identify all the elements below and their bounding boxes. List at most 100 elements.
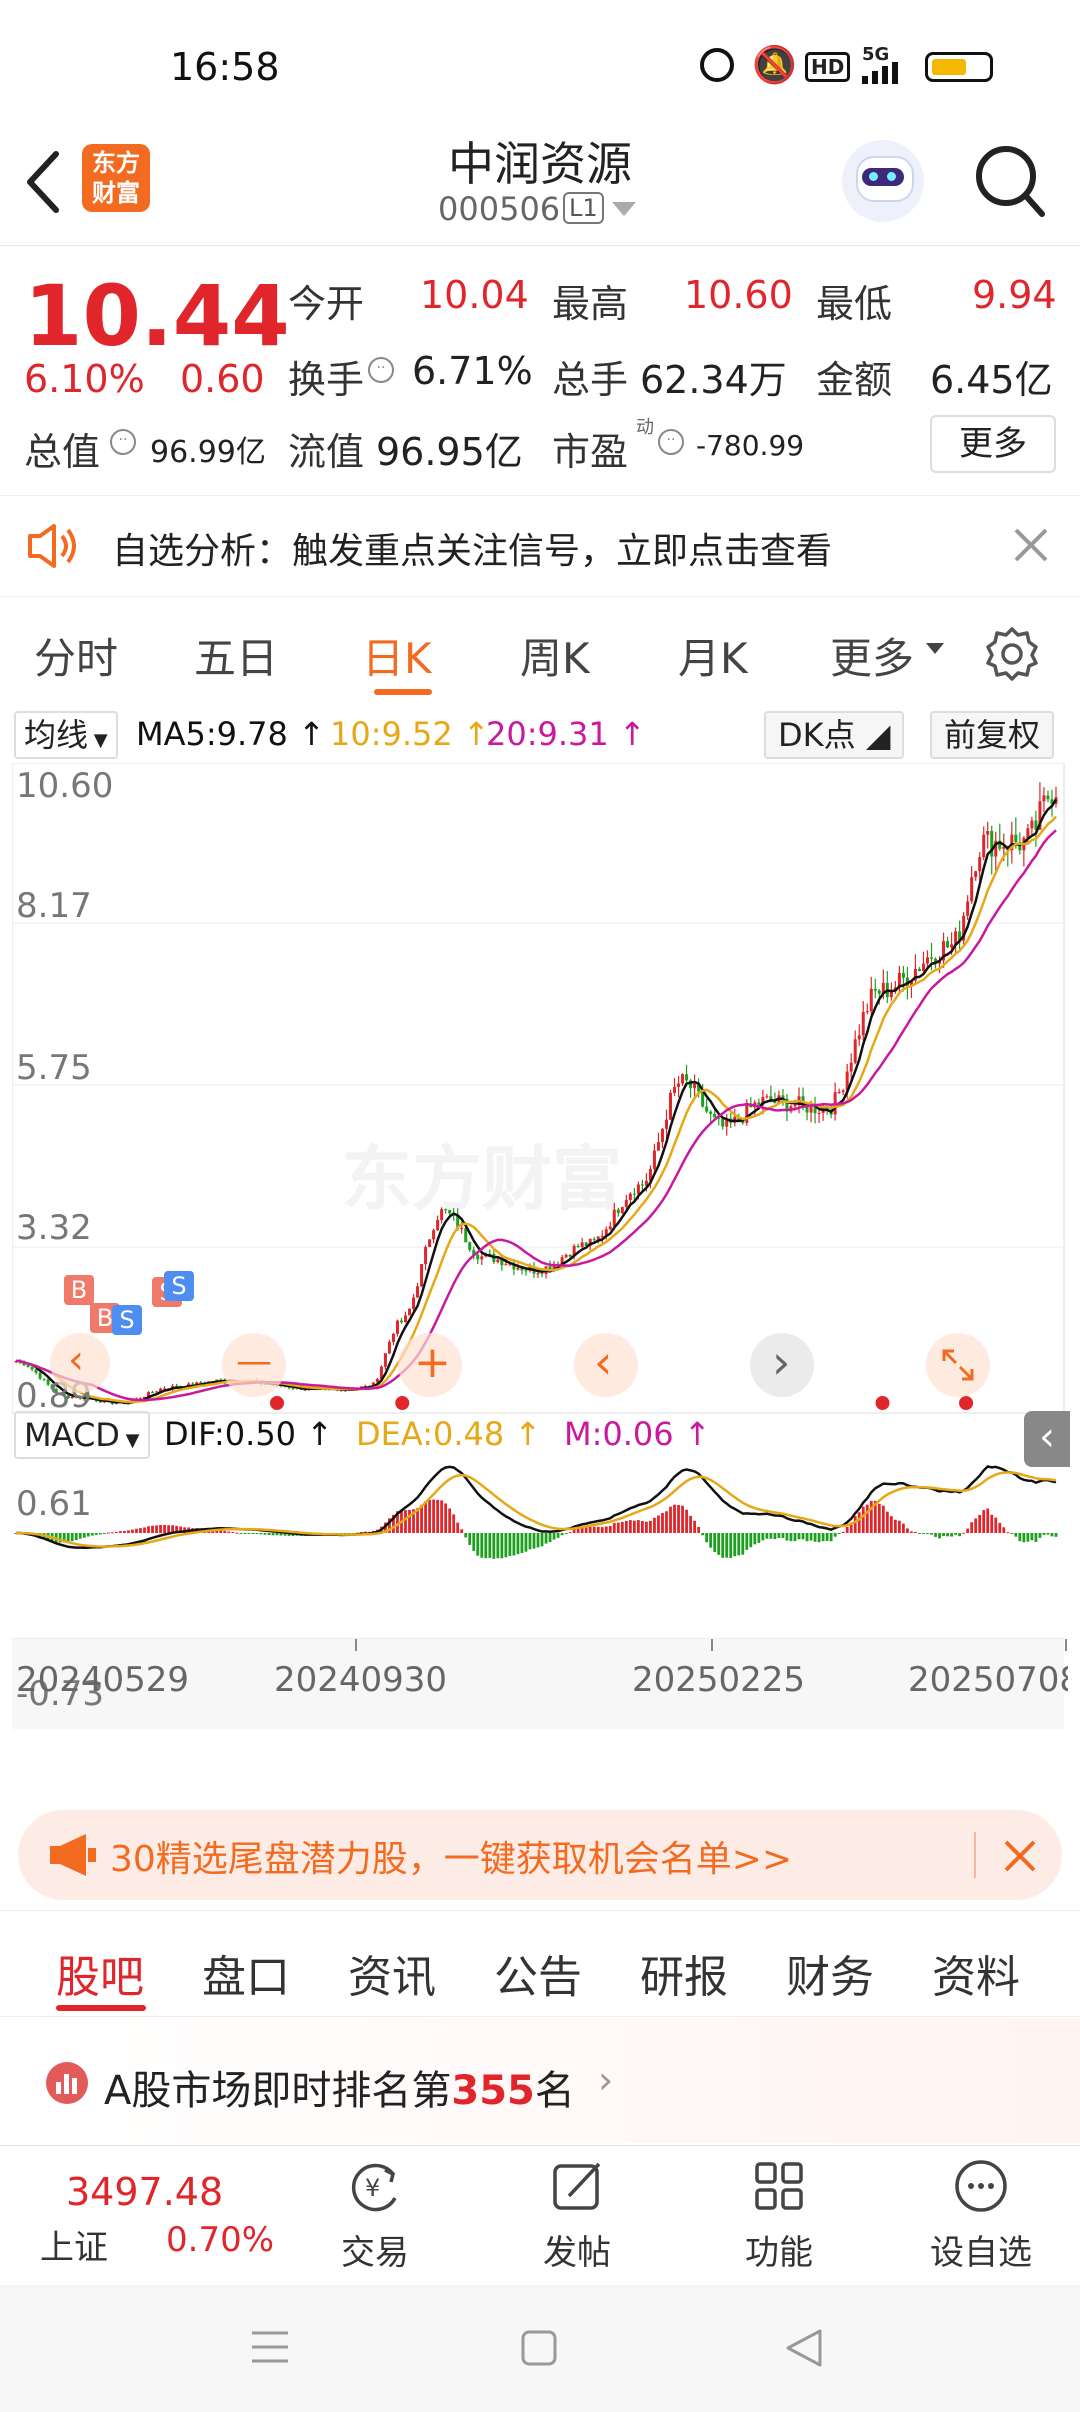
collapse-panel-icon[interactable]: ‹ bbox=[1024, 1411, 1070, 1467]
home-icon[interactable] bbox=[520, 2329, 558, 2367]
candle bbox=[540, 1273, 544, 1275]
zoom-in-button[interactable]: + bbox=[398, 1333, 462, 1397]
status-time: 16:58 bbox=[170, 45, 280, 89]
index-name[interactable]: 上证 bbox=[40, 2220, 108, 2269]
tab-announcements[interactable]: 公告 bbox=[494, 1941, 582, 2005]
macd-bar bbox=[745, 1533, 749, 1550]
settings-icon[interactable] bbox=[984, 625, 1040, 681]
macd-bar bbox=[552, 1533, 556, 1540]
tab-monthly-k[interactable]: 月K bbox=[678, 625, 748, 686]
macd-bar bbox=[986, 1508, 990, 1533]
macd-bar bbox=[612, 1523, 616, 1533]
high-label: 最高 bbox=[552, 282, 629, 326]
macd-bar bbox=[785, 1533, 789, 1541]
macd-bar bbox=[119, 1531, 122, 1533]
info-icon[interactable]: ·· bbox=[658, 429, 684, 455]
tab-guba[interactable]: 股吧 bbox=[56, 1941, 144, 2005]
rank-banner[interactable]: A股市场即时排名第355名 › bbox=[0, 2018, 1080, 2143]
pan-right-button[interactable]: › bbox=[750, 1333, 814, 1397]
macd-bar bbox=[705, 1533, 709, 1543]
sell-signal-badge[interactable]: S bbox=[164, 1271, 194, 1301]
macd-bar bbox=[970, 1522, 974, 1533]
candle bbox=[877, 990, 881, 994]
candle bbox=[765, 1096, 769, 1098]
candle bbox=[681, 1074, 685, 1084]
sell-signal-badge[interactable]: S bbox=[112, 1305, 142, 1335]
tab-daily-k[interactable]: 日K bbox=[362, 625, 432, 686]
more-button[interactable]: 更多 bbox=[930, 415, 1056, 473]
event-marker[interactable] bbox=[875, 1396, 890, 1410]
event-marker[interactable] bbox=[270, 1396, 284, 1410]
candle bbox=[424, 1247, 428, 1265]
macd-bar bbox=[524, 1533, 528, 1552]
macd-bar bbox=[665, 1511, 668, 1533]
candle bbox=[978, 857, 982, 872]
close-icon[interactable] bbox=[1012, 526, 1050, 564]
ma5-value: MA5:9.78 bbox=[136, 715, 288, 753]
event-marker[interactable] bbox=[395, 1396, 410, 1410]
macd-bar bbox=[797, 1533, 801, 1540]
macd-bar bbox=[275, 1533, 279, 1536]
fullscreen-icon[interactable] bbox=[926, 1333, 990, 1397]
tab-intraday[interactable]: 分时 bbox=[34, 625, 118, 686]
zoom-out-button[interactable]: — bbox=[222, 1333, 286, 1397]
ma-selector[interactable]: 均线 ▼ bbox=[14, 711, 118, 759]
menu-icon[interactable] bbox=[250, 2329, 290, 2365]
back-nav-icon[interactable] bbox=[784, 2327, 824, 2369]
macd-bar bbox=[440, 1500, 444, 1533]
info-icon[interactable]: ·· bbox=[110, 429, 136, 455]
event-marker[interactable] bbox=[959, 1396, 974, 1410]
rank-text: A股市场即时排名第355名 bbox=[104, 2068, 575, 2114]
macd-selector[interactable]: MACD ▼ bbox=[14, 1411, 150, 1459]
tab-five-day[interactable]: 五日 bbox=[194, 625, 278, 686]
macd-bar bbox=[251, 1533, 255, 1534]
close-icon[interactable] bbox=[1002, 1838, 1038, 1874]
tab-more[interactable]: 更多 bbox=[830, 625, 914, 686]
dropdown-icon[interactable] bbox=[612, 202, 636, 218]
tab-pankou[interactable]: 盘口 bbox=[202, 1941, 290, 2005]
promo-banner[interactable]: 30精选尾盘潜力股，一键获取机会名单>> bbox=[18, 1810, 1062, 1900]
robot-avatar[interactable] bbox=[842, 140, 924, 222]
back-icon[interactable] bbox=[22, 150, 62, 214]
candle bbox=[592, 1239, 596, 1241]
macd-bar bbox=[271, 1533, 275, 1536]
alarm-icon bbox=[700, 48, 734, 82]
search-icon[interactable] bbox=[972, 142, 1048, 222]
macd-bar bbox=[701, 1533, 705, 1536]
candle bbox=[841, 1090, 845, 1092]
tab-research[interactable]: 研报 bbox=[640, 1941, 728, 2005]
dk-button[interactable]: DK点 ◢ bbox=[764, 711, 905, 759]
candle bbox=[444, 1209, 448, 1211]
quote-panel: 10.44 6.10% 0.60 今开 10.04 最高 10.60 最低 9.… bbox=[0, 245, 1080, 495]
candle bbox=[476, 1254, 480, 1260]
y-tick-label: 8.17 bbox=[16, 886, 92, 926]
info-icon[interactable]: ·· bbox=[368, 357, 394, 383]
banner-text: 自选分析：触发重点关注信号，立即点击查看 bbox=[112, 531, 833, 572]
nav-function[interactable]: 功能 bbox=[704, 2156, 854, 2274]
buy-signal-badge[interactable]: B bbox=[64, 1275, 94, 1305]
pan-left-button[interactable]: ‹ bbox=[574, 1333, 638, 1397]
macd-bar bbox=[247, 1533, 251, 1534]
macd-bar bbox=[733, 1533, 737, 1557]
tab-profile[interactable]: 资料 bbox=[932, 1941, 1020, 2005]
candle bbox=[612, 1209, 616, 1227]
tab-finance[interactable]: 财务 bbox=[786, 1941, 874, 2005]
macd-bar bbox=[934, 1533, 937, 1537]
tab-weekly-k[interactable]: 周K bbox=[520, 625, 590, 686]
pan-left-icon[interactable]: ‹ bbox=[50, 1333, 110, 1393]
nav-add-watchlist[interactable]: 设自选 bbox=[906, 2156, 1056, 2274]
tab-news[interactable]: 资讯 bbox=[348, 1941, 436, 2005]
macd-bar bbox=[484, 1533, 488, 1559]
index-value[interactable]: 3497.48 bbox=[66, 2170, 223, 2214]
active-tab-indicator bbox=[56, 2005, 146, 2011]
nav-post[interactable]: 发帖 bbox=[502, 2156, 652, 2274]
candle bbox=[399, 1320, 403, 1323]
adjust-button[interactable]: 前复权 bbox=[930, 711, 1055, 759]
macd-bar bbox=[737, 1533, 741, 1556]
candle bbox=[34, 1369, 38, 1373]
index-pct[interactable]: 0.70% bbox=[166, 2220, 274, 2260]
macd-bar bbox=[1014, 1533, 1018, 1537]
analysis-banner[interactable]: 自选分析：触发重点关注信号，立即点击查看 bbox=[0, 495, 1080, 597]
nav-trade[interactable]: ¥ 交易 bbox=[300, 2156, 450, 2274]
candle bbox=[673, 1086, 677, 1093]
